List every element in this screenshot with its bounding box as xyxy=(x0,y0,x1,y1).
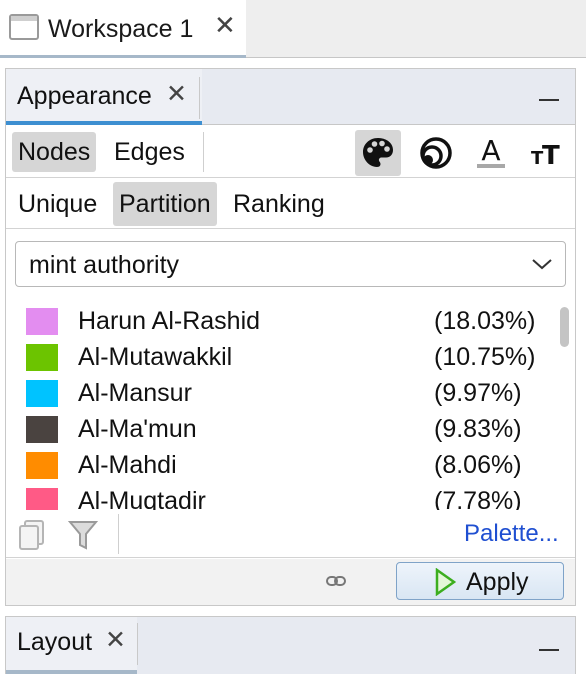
layout-close-icon[interactable]: ✕ xyxy=(105,625,126,655)
mode-ranking[interactable]: Ranking xyxy=(227,182,331,226)
window-icon xyxy=(9,14,39,40)
list-item: Harun Al-Rashid (18.03%) xyxy=(6,303,558,339)
color-swatch[interactable] xyxy=(26,488,58,510)
tab-divider xyxy=(137,623,138,665)
label-size-icon: T T xyxy=(531,141,560,171)
appearance-panel: Appearance ✕ Nodes Edges A T T Unique Pa… xyxy=(5,68,576,606)
partition-percent: (7.78%) xyxy=(434,487,522,510)
partition-percent: (8.06%) xyxy=(434,451,522,479)
color-swatch[interactable] xyxy=(26,416,58,443)
appearance-tab-label: Appearance xyxy=(17,82,152,110)
list-item: Al-Mutawakkil (10.75%) xyxy=(6,339,558,375)
color-swatch[interactable] xyxy=(26,344,58,371)
partition-name: Al-Mahdi xyxy=(78,451,177,479)
mode-unique[interactable]: Unique xyxy=(12,182,103,226)
list-scrollbar-thumb[interactable] xyxy=(560,307,569,347)
partition-name: Al-Ma'mun xyxy=(78,415,197,443)
palette-link[interactable]: Palette... xyxy=(464,519,559,549)
partition-list: Harun Al-Rashid (18.03%) Al-Mutawakkil (… xyxy=(6,301,558,510)
appearance-panel-header: Appearance ✕ xyxy=(6,69,575,125)
apply-bar: Apply xyxy=(6,559,575,605)
list-item: Al-Mahdi (8.06%) xyxy=(6,447,558,483)
partition-tools: Palette... xyxy=(6,510,575,558)
workspace-tab-title: Workspace 1 xyxy=(48,15,194,43)
color-swatch[interactable] xyxy=(26,380,58,407)
workspace-tab[interactable]: Workspace 1 ✕ xyxy=(0,0,246,58)
tab-divider xyxy=(199,77,200,119)
layout-tab-label: Layout xyxy=(17,628,93,656)
color-tool-button[interactable] xyxy=(355,130,401,176)
funnel-icon[interactable] xyxy=(68,518,98,552)
chevron-down-icon xyxy=(532,259,552,270)
workspace-close-icon[interactable]: ✕ xyxy=(214,10,236,40)
apply-button-label: Apply xyxy=(466,568,529,596)
workspace-tab-strip: Workspace 1 ✕ xyxy=(0,0,586,58)
color-swatch[interactable] xyxy=(26,452,58,479)
appearance-tab[interactable]: Appearance ✕ xyxy=(6,69,202,125)
svg-text:T: T xyxy=(542,141,560,171)
layout-tab[interactable]: Layout ✕ xyxy=(6,617,137,674)
minimize-icon[interactable] xyxy=(539,99,559,101)
toolbar-divider xyxy=(203,132,204,172)
partition-name: Al-Mansur xyxy=(78,379,192,407)
list-item: Al-Muqtadir (7.78%) xyxy=(6,483,558,510)
partition-percent: (9.83%) xyxy=(434,415,522,443)
tools-divider xyxy=(118,514,119,554)
label-color-icon: A xyxy=(477,135,505,168)
list-item: Al-Ma'mun (9.83%) xyxy=(6,411,558,447)
partition-name: Al-Mutawakkil xyxy=(78,343,233,371)
palette-icon xyxy=(363,138,393,167)
list-item: Al-Mansur (9.97%) xyxy=(6,375,558,411)
partition-percent: (9.97%) xyxy=(434,379,522,407)
copy-icon[interactable] xyxy=(16,518,50,552)
chain-link-icon[interactable] xyxy=(326,574,346,588)
partition-percent: (10.75%) xyxy=(434,343,536,371)
attribute-dropdown[interactable]: mint authority xyxy=(15,241,566,287)
label-size-tool-button[interactable]: T T xyxy=(523,130,569,176)
apply-button[interactable]: Apply xyxy=(396,562,564,600)
partition-name: Harun Al-Rashid xyxy=(78,307,261,335)
size-tool-button[interactable] xyxy=(411,130,457,176)
mode-partition[interactable]: Partition xyxy=(113,182,217,226)
attribute-dropdown-value: mint authority xyxy=(29,251,180,279)
size-icon xyxy=(420,137,452,169)
play-icon xyxy=(435,568,456,596)
mode-tabs: Unique Partition Ranking xyxy=(6,179,575,229)
appearance-close-icon[interactable]: ✕ xyxy=(166,79,187,109)
edges-toggle[interactable]: Edges xyxy=(108,132,191,172)
partition-percent: (18.03%) xyxy=(434,307,536,335)
element-type-toolbar: Nodes Edges A T T xyxy=(6,126,575,178)
label-color-tool-button[interactable]: A xyxy=(468,130,514,176)
color-swatch[interactable] xyxy=(26,308,58,335)
nodes-toggle[interactable]: Nodes xyxy=(12,132,97,172)
minimize-icon[interactable] xyxy=(539,649,559,651)
svg-text:A: A xyxy=(481,135,500,167)
partition-name: Al-Muqtadir xyxy=(78,487,206,510)
layout-panel-header: Layout ✕ xyxy=(5,616,576,674)
